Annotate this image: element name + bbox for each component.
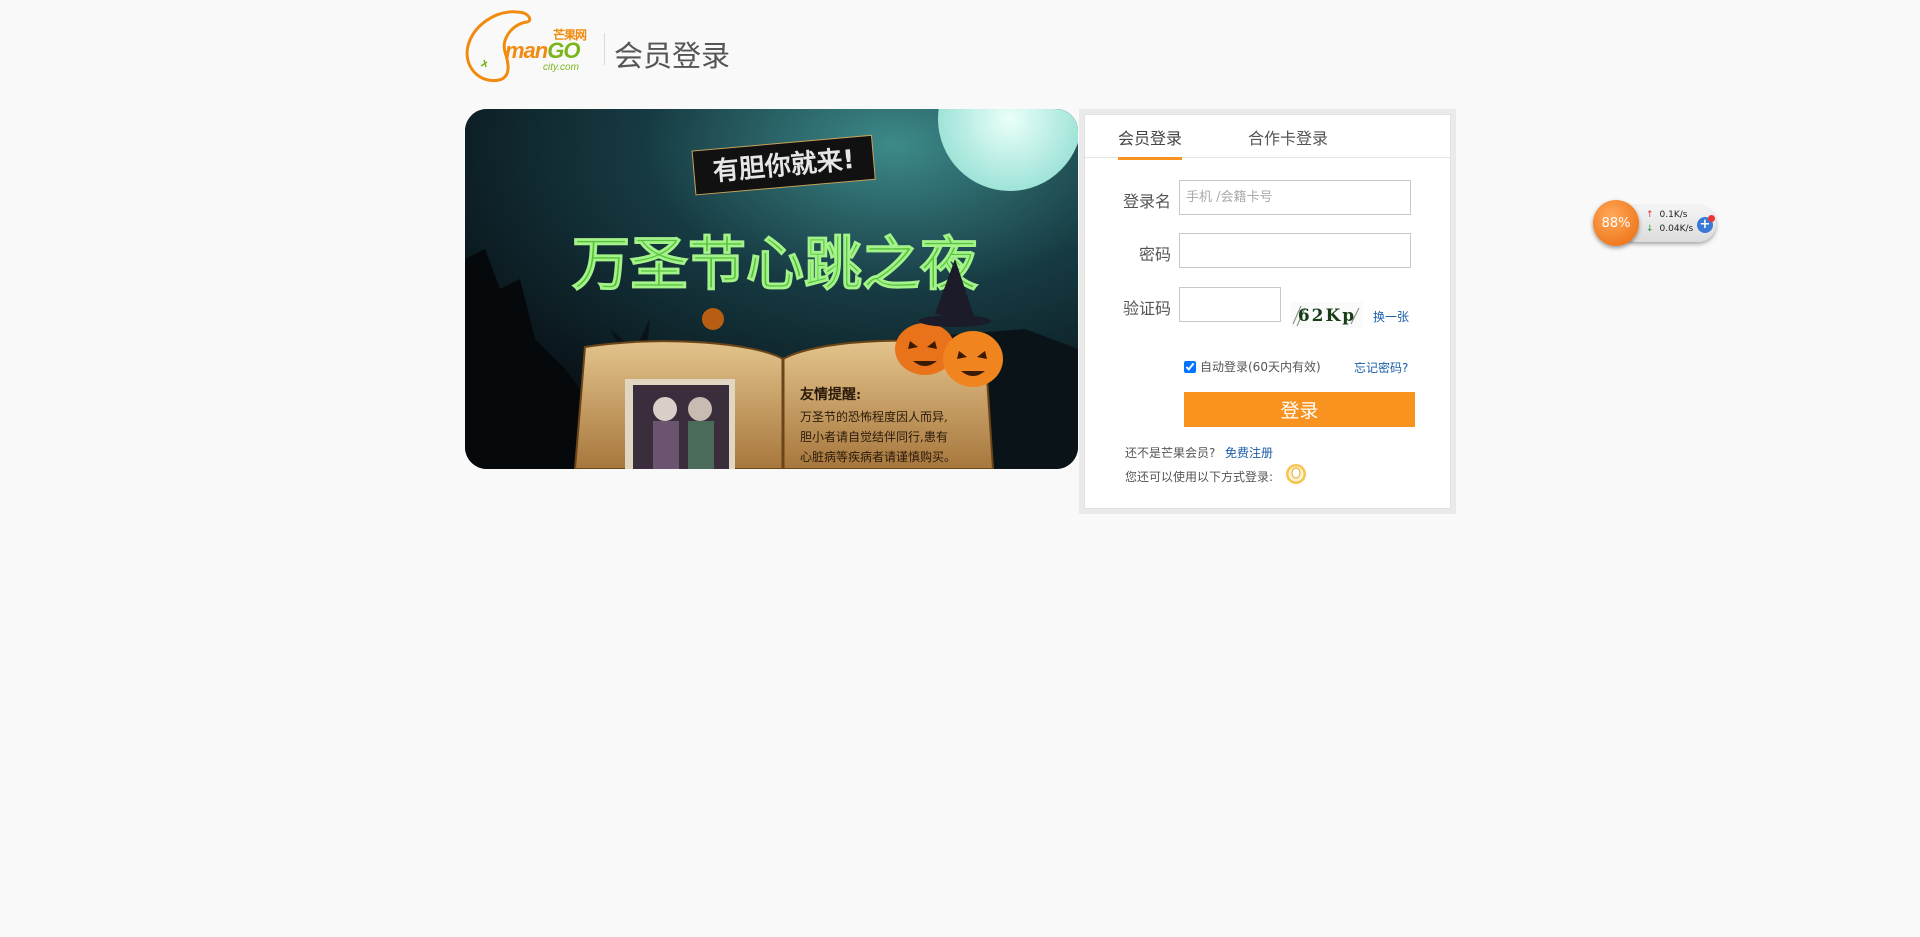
header: 芒果网 manGO city.com 会员登录	[465, 8, 865, 84]
auto-login-label: 自动登录(60天内有效)	[1200, 360, 1321, 374]
tab-member-login[interactable]: 会员登录	[1118, 125, 1183, 160]
password-input[interactable]	[1179, 233, 1411, 268]
banner-illustration: 有胆你就来! 万圣节心跳之夜 友情提醒: 万圣节的恐怖程度因人而异, 胆小者请自…	[465, 109, 1078, 469]
upload-speed: ↑ 0.1K/s	[1646, 210, 1688, 220]
captcha-input[interactable]	[1179, 287, 1281, 322]
notification-dot	[1708, 215, 1715, 222]
login-button[interactable]: 登录	[1184, 392, 1415, 427]
network-speed-widget[interactable]: 88% ↑ 0.1K/s ↓ 0.04K/s +	[1593, 200, 1723, 248]
register-link[interactable]: 免费注册	[1225, 444, 1273, 461]
not-member-text: 还不是芒果会员?	[1125, 446, 1216, 460]
banner-note-title: 友情提醒:	[800, 386, 861, 403]
logo-brand-text: manGO	[505, 38, 580, 63]
header-divider	[604, 33, 605, 65]
alt-login-text: 您还可以使用以下方式登录:	[1125, 470, 1274, 484]
halloween-banner[interactable]: 有胆你就来! 万圣节心跳之夜 友情提醒: 万圣节的恐怖程度因人而异, 胆小者请自…	[465, 109, 1078, 469]
banner-note-line1: 万圣节的恐怖程度因人而异,	[800, 409, 948, 424]
refresh-captcha-link[interactable]: 换一张	[1373, 308, 1409, 325]
banner-note-line2: 胆小者请自觉结伴同行,患有	[800, 430, 948, 444]
auto-login-checkbox[interactable]	[1184, 360, 1196, 373]
auto-login-row: 自动登录(60天内有效)	[1184, 358, 1321, 375]
banner-note-line3: 心脏病等疾病者请谨慎购买。	[800, 449, 956, 464]
qq-login-icon[interactable]	[1285, 463, 1307, 485]
download-arrow-icon: ↓	[1646, 224, 1654, 234]
captcha-image[interactable]: 62Kp	[1291, 302, 1363, 328]
page-title: 会员登录	[614, 39, 731, 73]
mango-logo[interactable]: 芒果网 manGO city.com	[465, 8, 597, 84]
password-label: 密码	[1138, 245, 1171, 264]
username-label: 登录名	[1122, 192, 1171, 211]
captcha-label: 验证码	[1122, 299, 1171, 318]
captcha-picture: 62Kp	[1291, 302, 1363, 328]
upload-arrow-icon: ↑	[1646, 210, 1654, 220]
download-speed: ↓ 0.04K/s	[1646, 224, 1694, 234]
svg-text:62Kp: 62Kp	[1298, 306, 1356, 326]
forgot-password-link[interactable]: 忘记密码?	[1354, 359, 1408, 376]
logo-domain: city.com	[543, 62, 579, 73]
login-panel-inner: 会员登录 合作卡登录 登录名 密码 验证码 62Kp 换一张 自动登录(60天内…	[1084, 114, 1451, 509]
login-tabs: 会员登录 合作卡登录	[1085, 115, 1450, 160]
login-panel: 会员登录 合作卡登录 登录名 密码 验证码 62Kp 换一张 自动登录(60天内…	[1079, 109, 1456, 514]
username-input[interactable]	[1179, 180, 1411, 215]
tab-partner-card-login[interactable]: 合作卡登录	[1248, 125, 1328, 157]
memory-usage-badge[interactable]: 88%	[1593, 200, 1639, 246]
banner-headline: 万圣节心跳之夜	[572, 230, 979, 298]
